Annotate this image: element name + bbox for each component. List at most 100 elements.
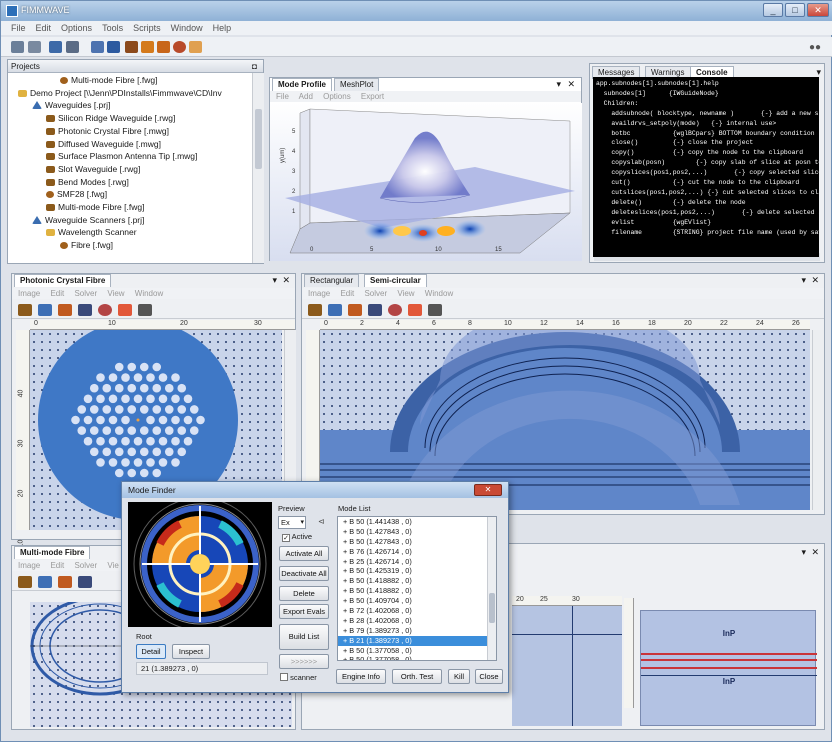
menu-item[interactable]: Scripts (133, 23, 161, 33)
activate-all-button[interactable]: Activate All (279, 546, 329, 561)
tree-item[interactable]: Diffused Waveguide [.mwg] (46, 139, 161, 149)
tree-item[interactable]: Demo Project [\\Jenn\PDInstalls\Fimmwave… (18, 88, 222, 98)
rect-menu[interactable]: Image Edit Solver View Window (302, 288, 824, 299)
tree-item[interactable]: Waveguide Scanners [.prj] (32, 215, 144, 225)
mode-list-item[interactable]: + B 76 (1.426714 , 0) (338, 547, 496, 557)
mode-list-item[interactable]: + B 50 (1.409704 , 0) (338, 596, 496, 606)
export-evals-button[interactable]: Export Evals (279, 604, 329, 619)
solver-icon[interactable] (58, 576, 72, 588)
copy-icon[interactable] (107, 41, 120, 53)
save-icon[interactable] (49, 41, 62, 53)
scanner-checkbox[interactable]: scanner (280, 673, 317, 682)
menu-item[interactable]: Options (61, 23, 92, 33)
mode-list-item[interactable]: + B 50 (1.377058 , 0) (338, 646, 496, 656)
active-checkbox[interactable]: ✓ Active (282, 532, 312, 542)
maximize-button[interactable]: □ (785, 3, 805, 17)
scanner-icon[interactable] (173, 41, 186, 53)
tab-rectangular[interactable]: Rectangular (304, 274, 360, 287)
mode-list-item[interactable]: + B 25 (1.426714 , 0) (338, 557, 496, 567)
build-list-button[interactable]: Build List (279, 624, 329, 650)
close-pane-icon[interactable]: ✕ (567, 79, 575, 90)
pin-icon[interactable]: ⊲ (318, 517, 325, 526)
open-icon[interactable] (28, 41, 41, 53)
close-pane-icon[interactable]: ✕ (811, 275, 819, 286)
dialog-close-button[interactable]: ✕ (474, 484, 502, 496)
component-select[interactable]: Ex ▾ (278, 516, 306, 529)
tab-semicircular[interactable]: Semi-circular (364, 274, 427, 287)
tab-mode-profile[interactable]: Mode Profile (272, 78, 333, 91)
waveguide-icon[interactable] (18, 576, 32, 588)
minimize-button[interactable]: _ (763, 3, 783, 17)
mmf-title[interactable]: Multi-mode Fibre (14, 546, 91, 559)
solver-icon[interactable] (348, 304, 362, 316)
mode-list-item[interactable]: + B 50 (1.418882 , 0) (338, 586, 496, 596)
mode-list-item[interactable]: + B 72 (1.402068 , 0) (338, 606, 496, 616)
mode-list-item[interactable]: + B 21 (1.389273 , 0) (338, 635, 496, 646)
menu-item[interactable]: File (11, 23, 26, 33)
rect-scrollbar[interactable] (812, 330, 824, 510)
dialog-close-btn[interactable]: Close (475, 669, 503, 684)
mode-list-item[interactable]: + B 79 (1.389273 , 0) (338, 626, 496, 636)
mode-list-item[interactable]: + B 28 (1.402068 , 0) (338, 616, 496, 626)
layer-stack[interactable]: InP InP (640, 610, 817, 726)
tree-item[interactable]: SMF28 [.fwg] (46, 189, 107, 199)
bars-icon[interactable] (78, 304, 92, 316)
tree-item[interactable]: Multi-mode Fibre [.fwg] (60, 75, 157, 85)
chart-icon[interactable] (189, 41, 202, 53)
solver-icon[interactable] (58, 304, 72, 316)
detail-button[interactable]: Detail (136, 644, 166, 659)
mode-list-item[interactable]: + B 50 (1.441438 , 0) (338, 517, 496, 527)
deactivate-all-button[interactable]: Deactivate All (279, 566, 329, 581)
kill-button[interactable]: Kill (448, 669, 470, 684)
options-icon[interactable]: ●● (809, 42, 821, 53)
close-button[interactable]: ✕ (807, 3, 829, 17)
close-pane-icon[interactable]: ✕ (282, 275, 290, 286)
waveguide-icon[interactable] (18, 304, 32, 316)
pane-menu-icon[interactable]: ▾ (556, 79, 561, 90)
pane-menu-icon[interactable]: ▾ (272, 275, 277, 286)
print-icon[interactable] (66, 41, 79, 53)
engine-info-button[interactable]: Engine Info (336, 669, 386, 684)
view-icon[interactable] (98, 304, 112, 316)
projects-scrollbar[interactable] (252, 73, 264, 263)
inspect-button[interactable]: Inspect (172, 644, 210, 659)
tree-item[interactable]: Photonic Crystal Fibre [.mwg] (46, 126, 169, 136)
tree-item[interactable]: Waveguides [.prj] (32, 100, 110, 110)
hash-icon[interactable] (428, 304, 442, 316)
bars-icon[interactable] (368, 304, 382, 316)
tree-item[interactable]: Surface Plasmon Antenna Tip [.mwg] (46, 151, 197, 161)
tree-item[interactable]: Silicon Ridge Waveguide [.rwg] (46, 113, 175, 123)
pin-icon[interactable]: ◘ (252, 60, 257, 73)
console-output[interactable]: app.subnodes[1].subnodes[1].help subnode… (593, 77, 819, 257)
grid-icon[interactable] (38, 304, 52, 316)
hash-icon[interactable] (138, 304, 152, 316)
mode-profile-menu[interactable]: File Add Options Export (270, 91, 581, 102)
mode-list-item[interactable]: + B 50 (1.425319 , 0) (338, 566, 496, 576)
mode-list-item[interactable]: + B 50 (1.427843 , 0) (338, 527, 496, 537)
mode-list-item[interactable]: + B 50 (1.377058 , 0) (338, 655, 496, 660)
pcf-menu[interactable]: Image Edit Solver View Window (12, 288, 295, 299)
mode-list-item[interactable]: + B 50 (1.427843 , 0) (338, 537, 496, 547)
tree-item[interactable]: Bend Modes [.rwg] (46, 177, 129, 187)
pane-menu-icon[interactable]: ▾ (801, 275, 806, 286)
tab-meshplot[interactable]: MeshPlot (334, 78, 380, 91)
menu-item[interactable]: Edit (36, 23, 52, 33)
menu-item[interactable]: Window (171, 23, 203, 33)
fibre-icon[interactable] (141, 41, 154, 53)
grid-icon[interactable] (328, 304, 342, 316)
cut-icon[interactable] (91, 41, 104, 53)
next-button[interactable]: >>>>>> (279, 654, 329, 669)
orth-test-button[interactable]: Orth. Test (392, 669, 442, 684)
export-icon[interactable] (408, 304, 422, 316)
tree-item[interactable]: Wavelength Scanner (46, 227, 137, 237)
grid-icon[interactable] (38, 576, 52, 588)
lower-canvas[interactable] (512, 606, 622, 726)
pane-menu-icon[interactable]: ▾ (801, 547, 806, 558)
slab-icon[interactable] (157, 41, 170, 53)
export-icon[interactable] (118, 304, 132, 316)
bars-icon[interactable] (78, 576, 92, 588)
tree-item[interactable]: Slot Waveguide [.rwg] (46, 164, 140, 174)
waveguide-icon[interactable] (308, 304, 322, 316)
delete-button[interactable]: Delete (279, 586, 329, 601)
menu-item[interactable]: Help (213, 23, 232, 33)
